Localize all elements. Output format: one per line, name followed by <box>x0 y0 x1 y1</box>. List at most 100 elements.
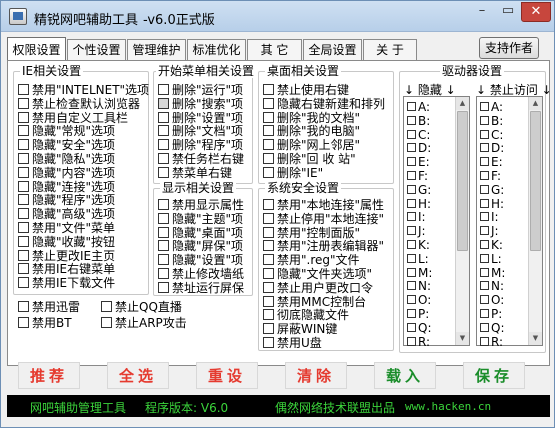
deny-drive-item[interactable]: O: <box>480 293 504 307</box>
scroll-up-icon[interactable]: ▲ <box>529 97 542 110</box>
deny-drive-item[interactable]: Q: <box>480 321 505 335</box>
checkbox-row[interactable]: 隐藏"内容"选项 <box>18 166 115 180</box>
select-all-button[interactable]: 全选 <box>107 362 169 389</box>
checkbox-row[interactable]: 隐藏右键新建和排列 <box>263 97 385 111</box>
tab-maintenance[interactable]: 管理维护 <box>127 39 186 61</box>
deny-drive-item[interactable]: L: <box>480 252 502 266</box>
checkbox-box[interactable] <box>18 277 29 289</box>
checkbox-box[interactable] <box>18 222 29 233</box>
reset-button[interactable]: 重设 <box>196 362 258 389</box>
checkbox-box[interactable] <box>18 194 29 206</box>
checkbox-box[interactable] <box>263 226 274 238</box>
checkbox-row[interactable]: 禁止停用"本地连接" <box>263 212 384 226</box>
load-button[interactable]: 载入 <box>374 362 436 389</box>
checkbox-box[interactable] <box>263 309 274 321</box>
checkbox-bt[interactable]: 禁用BT <box>18 316 72 330</box>
checkbox-row[interactable]: 禁用IE下载文件 <box>18 276 115 290</box>
hide-drive-item[interactable]: Q: <box>407 321 432 335</box>
hide-drive-item[interactable]: P: <box>407 307 429 321</box>
checkbox-box[interactable] <box>407 281 416 291</box>
checkbox-row[interactable]: 禁址运行屏保 <box>158 281 244 295</box>
checkbox-box[interactable] <box>407 171 416 180</box>
hide-drive-item[interactable]: A: <box>407 100 430 114</box>
checkbox-row[interactable]: 删除"搜索"项 <box>158 97 243 111</box>
deny-drive-item[interactable]: K: <box>480 238 503 252</box>
checkbox-box[interactable] <box>263 199 274 210</box>
checkbox-box[interactable] <box>158 212 169 224</box>
checkbox-box[interactable] <box>158 254 169 266</box>
hide-drive-item[interactable]: B: <box>407 114 430 128</box>
checkbox-box[interactable] <box>18 153 29 164</box>
checkbox-box[interactable] <box>18 84 29 95</box>
checkbox-box[interactable] <box>263 281 274 293</box>
hide-drive-item[interactable]: R: <box>407 335 430 349</box>
minimize-button[interactable]: – <box>469 2 495 22</box>
scroll-up-icon[interactable]: ▲ <box>456 97 469 110</box>
checkbox-box[interactable] <box>158 153 169 164</box>
checkbox-row[interactable]: 删除"运行"项 <box>158 83 243 97</box>
checkbox-box[interactable] <box>407 309 416 318</box>
checkbox-arp[interactable]: 禁止ARP攻击 <box>101 316 187 330</box>
checkbox-row[interactable]: 禁用"INTELNET"选项 <box>18 83 149 97</box>
hide-drive-item[interactable]: O: <box>407 293 431 307</box>
title-bar[interactable]: 精锐网吧辅助工具 -v6.0正式版 – ▭ ✕ <box>1 1 554 32</box>
checkbox-box[interactable] <box>407 198 416 208</box>
checkbox-row[interactable]: 禁止修改墙纸 <box>158 267 244 281</box>
checkbox-box[interactable] <box>480 171 489 180</box>
checkbox-row[interactable]: 禁用显示属性 <box>158 198 244 212</box>
tab-about[interactable]: 关 于 <box>363 39 417 61</box>
checkbox-box[interactable] <box>18 111 29 123</box>
checkbox-row[interactable]: 隐藏"程序"选项 <box>18 193 115 207</box>
checkbox-xunlei[interactable]: 禁用迅雷 <box>18 300 80 314</box>
checkbox-box[interactable] <box>480 295 489 305</box>
deny-drive-item[interactable]: M: <box>480 266 505 280</box>
checkbox-box[interactable] <box>158 84 169 95</box>
hide-drive-item[interactable]: D: <box>407 141 431 155</box>
checkbox-row[interactable]: 禁止使用右键 <box>263 83 349 97</box>
checkbox-row[interactable]: 删除"IE" <box>263 166 323 180</box>
checkbox-box[interactable] <box>158 226 169 238</box>
tab-global[interactable]: 全局设置 <box>303 39 362 61</box>
checkbox-box[interactable] <box>158 97 169 109</box>
checkbox-row[interactable]: 隐藏"高级"选项 <box>18 207 115 221</box>
checkbox-box[interactable] <box>158 111 169 123</box>
checkbox-box[interactable] <box>263 166 274 178</box>
deny-drive-item[interactable]: P: <box>480 307 502 321</box>
checkbox-box[interactable] <box>407 102 416 111</box>
checkbox-box[interactable] <box>407 143 416 153</box>
checkbox-row[interactable]: 禁用"控制面版" <box>263 226 360 240</box>
hide-list-scrollbar[interactable]: ▲ ▼ <box>455 97 469 345</box>
deny-drive-item[interactable]: G: <box>480 183 504 197</box>
deny-list-scrollbar[interactable]: ▲ ▼ <box>528 97 542 345</box>
checkbox-box[interactable] <box>263 153 274 164</box>
checkbox-box[interactable] <box>480 157 489 167</box>
hide-drive-item[interactable]: G: <box>407 183 431 197</box>
checkbox-box[interactable] <box>407 240 416 249</box>
checkbox-box[interactable] <box>263 111 274 123</box>
close-button[interactable]: ✕ <box>521 2 551 22</box>
checkbox-row[interactable]: 禁用"注册表编辑器" <box>263 239 384 253</box>
checkbox-row[interactable]: 禁菜单右键 <box>158 166 232 180</box>
tab-personalize[interactable]: 个性设置 <box>67 39 126 61</box>
checkbox-box[interactable] <box>18 249 29 261</box>
hide-drive-item[interactable]: K: <box>407 238 430 252</box>
checkbox-row[interactable]: 隐藏"屏保"项 <box>158 239 243 253</box>
scroll-down-icon[interactable]: ▼ <box>529 332 542 345</box>
checkbox-box[interactable] <box>18 263 29 275</box>
checkbox-box[interactable] <box>480 198 489 208</box>
checkbox-row[interactable]: 禁止更改IE主页 <box>18 249 115 263</box>
checkbox-box[interactable] <box>18 301 29 312</box>
checkbox-box[interactable] <box>101 317 112 328</box>
deny-drive-item[interactable]: N: <box>480 279 504 293</box>
checkbox-row[interactable]: 删除"我的电脑" <box>263 124 360 138</box>
checkbox-box[interactable] <box>18 235 29 247</box>
checkbox-qq-live[interactable]: 禁止QQ直播 <box>101 300 182 314</box>
checkbox-box[interactable] <box>407 212 416 222</box>
tab-other[interactable]: 其 它 <box>247 39 302 61</box>
checkbox-row[interactable]: 禁止检查默认浏览器 <box>18 97 140 111</box>
hide-drive-item[interactable]: L: <box>407 252 429 266</box>
checkbox-box[interactable] <box>263 240 274 252</box>
checkbox-box[interactable] <box>263 84 274 95</box>
checkbox-box[interactable] <box>480 309 489 318</box>
checkbox-box[interactable] <box>18 208 29 220</box>
